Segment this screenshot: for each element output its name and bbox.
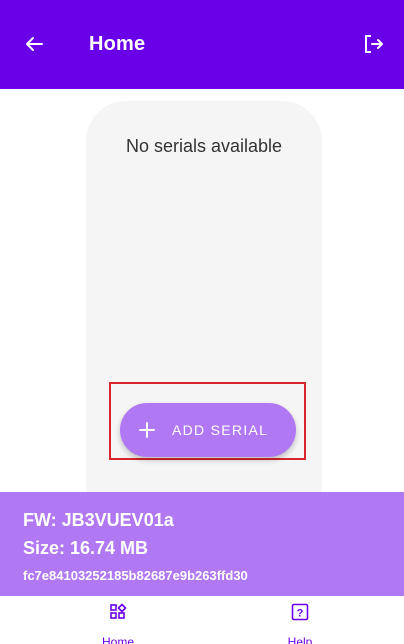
bottom-navigation: Home ? Help xyxy=(0,596,404,644)
nav-item-help[interactable]: ? Help xyxy=(240,596,360,644)
svg-text:?: ? xyxy=(297,608,304,620)
firmware-info-panel: FW: JB3VUEV01a Size: 16.74 MB fc7e841032… xyxy=(0,492,404,596)
dashboard-icon xyxy=(110,603,127,619)
firmware-size: Size: 16.74 MB xyxy=(23,538,149,558)
app-bar: Home xyxy=(0,0,404,89)
empty-state-text: No serials available xyxy=(125,136,283,156)
nav-label-home: Home xyxy=(101,635,134,644)
add-serial-button[interactable]: ADD SERIAL xyxy=(120,403,296,457)
firmware-version: FW: JB3VUEV01a xyxy=(23,510,174,530)
add-serial-label: ADD SERIAL xyxy=(172,422,269,438)
page-title: Home xyxy=(89,33,146,55)
help-icon: ? xyxy=(291,603,309,621)
nav-label-help: Help xyxy=(287,635,313,644)
logout-icon[interactable] xyxy=(360,31,386,57)
firmware-hash: fc7e84103252185b82687e9b263ffd30 xyxy=(23,568,248,583)
main-content: No serials available ADD SERIAL xyxy=(0,89,404,493)
arrow-back-icon[interactable] xyxy=(22,32,46,56)
plus-icon xyxy=(138,421,156,439)
nav-item-home[interactable]: Home xyxy=(58,596,178,644)
